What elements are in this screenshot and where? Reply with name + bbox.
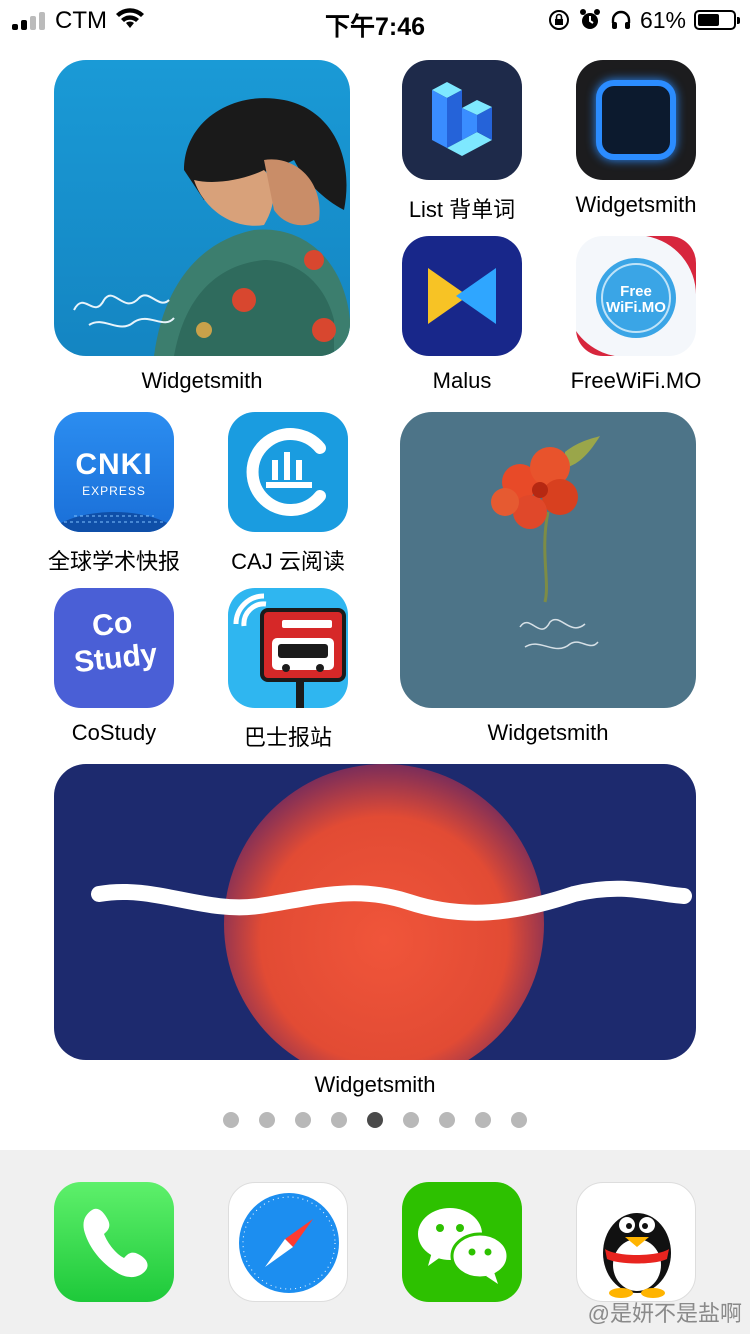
page-dot[interactable] — [403, 1112, 419, 1128]
app-list-vocab[interactable] — [402, 60, 522, 180]
widgetsmith-icon — [576, 60, 696, 180]
page-dot[interactable] — [259, 1112, 275, 1128]
dock: @是妍不是盐啊 — [0, 1150, 750, 1334]
app-caj-reader[interactable] — [228, 412, 348, 532]
page-dot[interactable] — [223, 1112, 239, 1128]
app-label: 巴士报站 — [243, 725, 332, 750]
page-dot[interactable] — [367, 1112, 383, 1128]
compass-icon — [228, 1182, 348, 1302]
bus-stop-icon — [228, 588, 348, 708]
battery-icon — [694, 10, 740, 30]
page-indicator[interactable] — [0, 1112, 750, 1128]
watermark-text: @是妍不是盐啊 — [587, 1301, 742, 1326]
penguin-icon — [576, 1182, 696, 1302]
dock-app-qq[interactable] — [576, 1182, 696, 1302]
widgetsmith-photo-widget[interactable] — [54, 60, 350, 356]
app-cnki-express[interactable]: CNKI EXPRESS — [54, 412, 174, 532]
widget-label: Widgetsmith — [487, 720, 609, 745]
app-label: Widgetsmith — [575, 192, 697, 217]
app-costudy[interactable]: Co Study — [54, 588, 174, 708]
sun-wave-image — [91, 764, 692, 1060]
costudy-icon: Co Study — [54, 588, 174, 708]
page-dot[interactable] — [295, 1112, 311, 1128]
illustration-couple-image — [54, 60, 350, 356]
dock-app-safari[interactable] — [228, 1182, 348, 1302]
app-label: CAJ 云阅读 — [231, 549, 345, 574]
app-widgetsmith[interactable] — [576, 60, 696, 180]
alarm-icon — [579, 9, 600, 29]
phone-icon — [54, 1182, 174, 1302]
cube-icon — [402, 60, 522, 180]
page-dot[interactable] — [439, 1112, 455, 1128]
caj-icon — [228, 412, 348, 532]
app-label: List 背单词 — [408, 197, 516, 222]
dock-app-phone[interactable] — [54, 1182, 174, 1302]
app-bus-stop[interactable] — [228, 588, 348, 708]
widgetsmith-wave-widget[interactable] — [54, 764, 696, 1060]
status-bar: CTM 下午7:46 61% — [0, 0, 750, 41]
orientation-lock-icon — [548, 10, 569, 30]
malus-icon — [402, 236, 522, 356]
app-label: Malus — [432, 368, 492, 393]
flower-image — [491, 436, 600, 650]
page-dot[interactable] — [511, 1112, 527, 1128]
app-label: 全球学术快报 — [47, 549, 180, 574]
app-malus[interactable] — [402, 236, 522, 356]
app-label: FreeWiFi.MO — [570, 368, 702, 393]
freewifi-icon: Free WiFi.MO — [576, 236, 696, 356]
widgetsmith-flower-widget[interactable] — [400, 412, 696, 708]
costudy-icon-text: Co Study — [72, 606, 159, 680]
battery-percent: 61% — [639, 6, 686, 33]
page-dot[interactable] — [331, 1112, 347, 1128]
app-label: CoStudy — [71, 720, 157, 745]
app-freewifi[interactable]: Free WiFi.MO — [576, 236, 696, 356]
chat-bubbles-icon — [402, 1182, 522, 1302]
cnki-icon: CNKI EXPRESS — [54, 412, 174, 532]
headphones-icon — [611, 10, 631, 29]
page-dot[interactable] — [475, 1112, 491, 1128]
freewifi-icon-text: Free WiFi.MO — [606, 283, 666, 316]
widget-label: Widgetsmith — [141, 368, 263, 393]
dock-app-wechat[interactable] — [402, 1182, 522, 1302]
widget-label: Widgetsmith — [314, 1072, 436, 1097]
